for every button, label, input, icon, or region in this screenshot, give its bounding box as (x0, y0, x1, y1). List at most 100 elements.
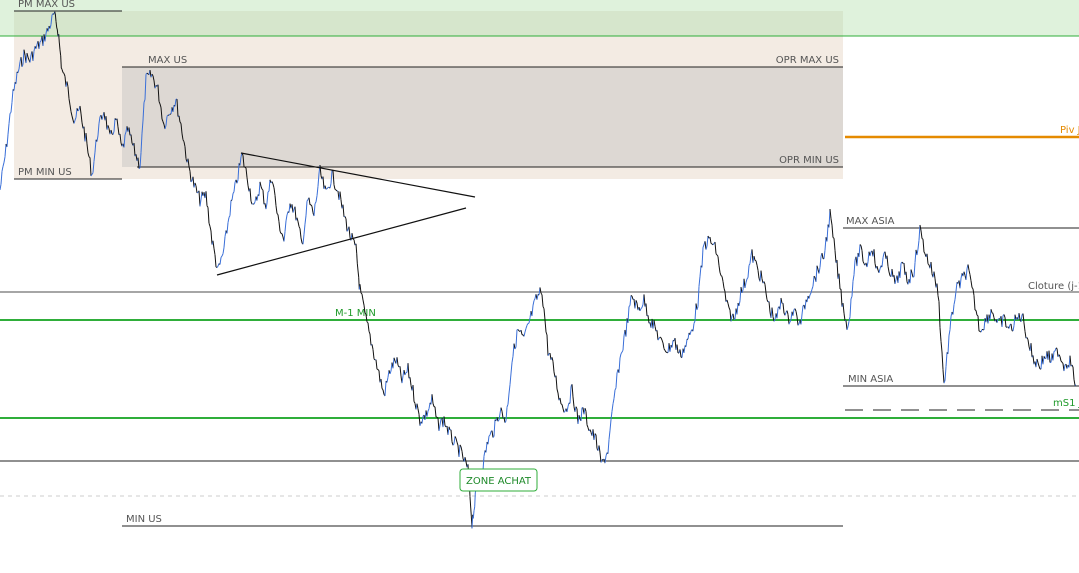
price-segment (344, 216, 347, 219)
price-segment (696, 306, 699, 310)
price-segment (1003, 314, 1006, 318)
price-segment (58, 34, 60, 43)
price-segment (795, 311, 798, 317)
price-segment (409, 377, 412, 386)
price-segment (417, 408, 420, 415)
price-segment (757, 270, 760, 279)
pm-max-us-label: PM MAX US (18, 0, 75, 10)
price-segment (1010, 323, 1013, 331)
price-segment (11, 89, 14, 103)
price-segment (819, 256, 822, 268)
price-segment (829, 208, 832, 219)
price-segment (619, 353, 622, 359)
price-segment (736, 302, 739, 315)
price-segment (0, 171, 3, 185)
price-segment (948, 329, 951, 336)
price-segment (555, 375, 558, 390)
price-segment (382, 389, 385, 395)
price-segment (664, 350, 667, 353)
price-segment (712, 243, 715, 246)
price-segment (589, 429, 592, 433)
price-segment (970, 280, 973, 288)
price-segment (842, 303, 845, 314)
price-segment (256, 194, 259, 201)
price-segment (4, 144, 7, 157)
price-segment (438, 425, 441, 431)
price-segment (450, 429, 453, 442)
price-segment (824, 237, 827, 251)
price-segment (277, 214, 280, 222)
price-segment (771, 307, 774, 317)
price-segment (612, 398, 615, 404)
price-segment (714, 241, 717, 254)
price-segment (375, 359, 378, 370)
price-segment (220, 255, 223, 258)
price-segment (683, 345, 686, 353)
price-segment (927, 263, 930, 266)
price-segment (717, 256, 720, 266)
price-segment (916, 249, 919, 256)
price-segment (1042, 356, 1045, 365)
price-segment (755, 260, 758, 266)
price-segment (199, 199, 202, 207)
price-segment (549, 353, 552, 360)
price-segment (899, 263, 902, 278)
price-segment (284, 220, 287, 232)
price-segment (647, 315, 650, 324)
price-segment (699, 265, 702, 277)
trading-chart: PM MAX US MAX US OPR MAX US OPR MIN US PM MI… (0, 0, 1079, 573)
price-segment (917, 240, 920, 250)
price-segment (324, 185, 327, 190)
price-segment (826, 224, 829, 242)
premarket-inner-band (14, 11, 843, 36)
price-segment (1073, 379, 1076, 386)
price-segment (955, 282, 958, 292)
price-segment (782, 303, 785, 314)
price-segment (1056, 348, 1059, 357)
price-segment (9, 111, 12, 114)
price-segment (311, 206, 314, 213)
price-segment (54, 13, 57, 22)
price-segment (571, 384, 574, 397)
price-segment (786, 310, 789, 315)
price-segment (253, 201, 256, 205)
price-segment (455, 438, 458, 443)
price-segment (701, 247, 704, 268)
price-segment (488, 434, 491, 437)
price-segment (763, 281, 766, 285)
price-segment (226, 222, 229, 234)
price-segment (815, 265, 818, 282)
price-segment (275, 205, 278, 214)
price-segment (939, 327, 942, 342)
price-segment (541, 294, 544, 307)
price-segment (1059, 356, 1062, 362)
price-segment (334, 188, 337, 191)
price-segment (706, 235, 709, 247)
price-segment (973, 295, 976, 311)
price-segment (918, 224, 921, 241)
price-segment (756, 265, 759, 271)
price-segment (1036, 358, 1039, 363)
price-segment (298, 226, 301, 229)
price-segment (733, 318, 736, 321)
price-segment (607, 439, 610, 454)
price-segment (55, 21, 58, 28)
price-segment (281, 233, 284, 238)
price-segment (952, 304, 955, 315)
price-segment (506, 404, 509, 408)
price-segment (1027, 339, 1030, 347)
price-segment (873, 249, 876, 264)
price-segment (509, 373, 512, 385)
price-segment (821, 253, 824, 259)
price-segment (654, 326, 657, 332)
price-segment (584, 408, 587, 412)
price-segment (909, 269, 912, 284)
pm-min-us-label: PM MIN US (18, 167, 72, 178)
price-segment (368, 331, 371, 335)
price-segment (728, 307, 731, 311)
price-segment (911, 272, 914, 278)
price-segment (59, 49, 62, 56)
price-segment (905, 271, 908, 282)
price-segment (836, 259, 839, 279)
price-segment (662, 342, 665, 349)
